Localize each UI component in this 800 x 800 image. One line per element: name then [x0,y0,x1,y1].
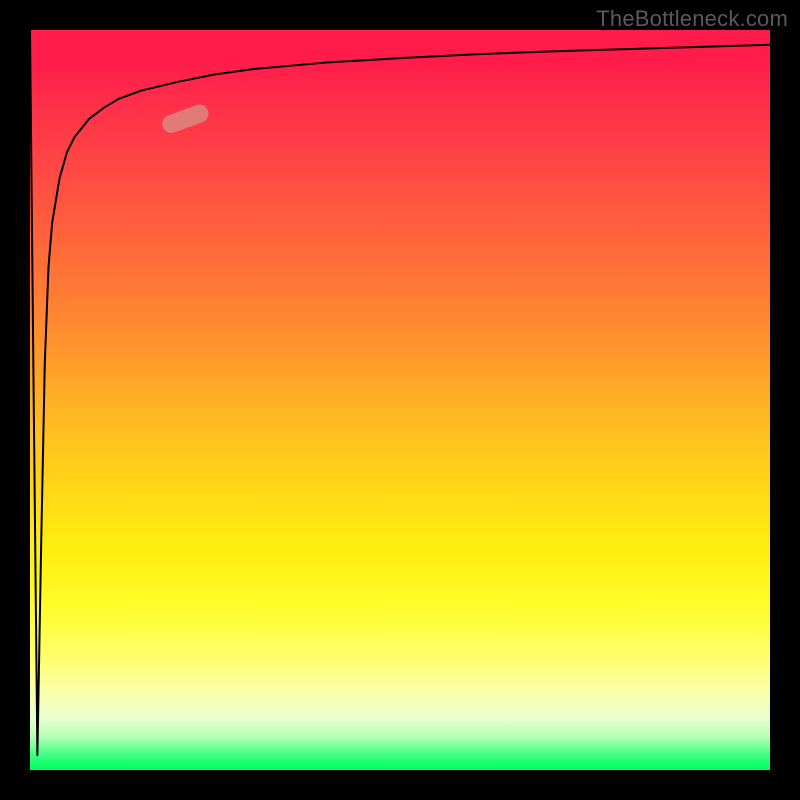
watermark-label: TheBottleneck.com [596,6,788,32]
chart-plot-area [30,30,770,770]
chart-frame: TheBottleneck.com [0,0,800,800]
